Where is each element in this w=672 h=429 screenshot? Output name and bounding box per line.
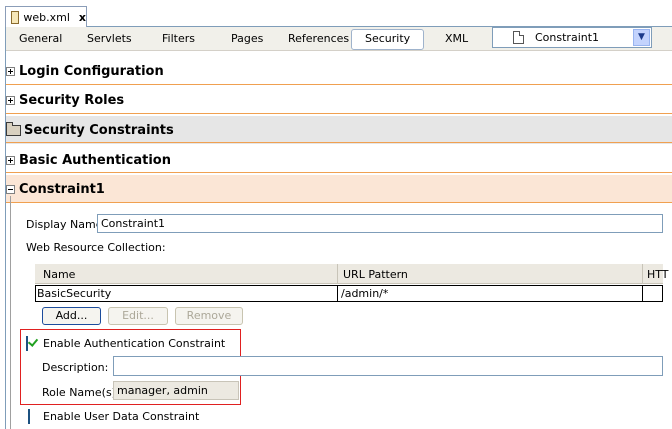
tree-guide-line [10,196,11,429]
divider [6,142,672,143]
add-button[interactable]: Add... [42,307,101,325]
collapse-icon[interactable] [6,184,15,194]
description-input[interactable] [113,356,663,376]
section-login-configuration[interactable]: Login Configuration [6,57,672,85]
tab-filters[interactable]: Filters [156,29,201,48]
section-constraint1[interactable]: Constraint1 [6,175,672,203]
user-data-constraint-checkbox[interactable] [28,409,30,424]
table-row[interactable]: BasicSecurity /admin/* [35,285,663,302]
display-name-input[interactable]: Constraint1 [97,214,663,233]
expand-icon[interactable] [6,155,15,165]
remove-button[interactable]: Remove [175,307,243,325]
role-names-label: Role Name(s): [42,386,120,399]
section-title: Login Configuration [19,63,164,79]
role-names-input[interactable]: manager, admin [113,381,239,400]
auth-constraint-checkbox[interactable] [26,336,28,351]
folder-icon [6,121,21,136]
section-title: Security Constraints [24,122,174,138]
expand-icon[interactable] [6,95,15,105]
column-divider[interactable] [337,264,338,284]
column-header-name[interactable]: Name [43,268,75,281]
tab-security[interactable]: Security [351,29,425,50]
tab-servlets[interactable]: Servlets [81,29,138,48]
divider [6,113,672,114]
tab-xml[interactable]: XML [439,29,474,48]
chevron-down-icon[interactable]: ▼ [633,29,650,46]
file-tab-title: web.xml [23,10,70,24]
xml-file-icon [11,10,20,24]
column-header-url-pattern[interactable]: URL Pattern [343,268,408,281]
web-resource-collection-label: Web Resource Collection: [26,241,166,254]
close-tab-icon[interactable]: x [79,11,86,24]
tab-pages[interactable]: Pages [225,29,269,48]
edit-button[interactable]: Edit... [108,307,168,325]
cell-name: BasicSecurity [37,287,112,300]
divider [6,84,672,85]
file-tab-web-xml[interactable]: web.xml x [5,6,87,27]
constraint-selector-value: Constraint1 [535,31,600,44]
cell-url-pattern: /admin/* [341,287,389,300]
section-title: Constraint1 [19,181,105,197]
divider [6,172,672,173]
tab-general[interactable]: General [13,29,68,48]
display-name-label: Display Name: [26,218,107,231]
document-icon [513,31,524,44]
section-title: Security Roles [19,92,125,108]
user-data-constraint-label: Enable User Data Constraint [43,410,200,423]
column-header-http[interactable]: HTT [647,268,669,281]
tab-references[interactable]: References [282,29,355,48]
constraint-selector[interactable]: Constraint1 ▼ [492,27,652,48]
cell-divider [337,286,338,301]
column-divider[interactable] [642,264,643,284]
section-security-constraints[interactable]: Security Constraints [6,116,672,144]
divider [6,202,672,203]
expand-icon[interactable] [6,66,15,76]
description-label: Description: [42,361,109,374]
section-security-roles[interactable]: Security Roles [6,86,672,114]
section-title: Basic Authentication [19,152,171,168]
auth-constraint-label: Enable Authentication Constraint [43,337,226,350]
section-basic-authentication[interactable]: Basic Authentication [6,146,672,174]
cell-divider [642,286,643,301]
table-header: Name URL Pattern HTT [35,264,669,284]
